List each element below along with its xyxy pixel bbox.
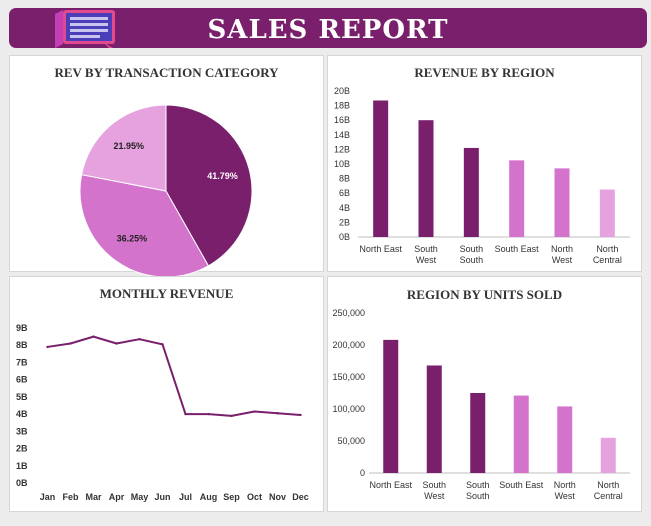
line-point [69, 342, 72, 345]
pie-slice-label: 41.79% [207, 171, 238, 181]
bar [463, 147, 479, 237]
y-tick-label: 10B [334, 159, 350, 169]
bar [509, 160, 525, 237]
y-tick-label: 18B [334, 101, 350, 111]
y-tick-label: 9B [16, 323, 28, 333]
x-tick-label: Jul [179, 492, 192, 502]
pie-slice-label: 21.95% [114, 141, 145, 151]
bar [418, 120, 434, 237]
y-tick-label: 100,000 [332, 404, 365, 414]
y-tick-label: 3B [16, 426, 28, 436]
x-tick-label: North [597, 480, 619, 490]
x-tick-label: North [551, 244, 573, 254]
bar [373, 100, 389, 237]
revenue-line [47, 335, 301, 417]
y-tick-label: 8B [16, 340, 28, 350]
x-tick-label: North East [369, 480, 412, 490]
bar [426, 365, 442, 473]
bar [599, 189, 615, 237]
line-point [92, 335, 95, 338]
y-tick-label: 20B [334, 86, 350, 96]
x-tick-label: West [424, 491, 445, 501]
x-tick-label: South East [499, 480, 544, 490]
x-tick-label: South [466, 480, 490, 490]
units-region-chart: 0 50,000 100,000 150,000 200,000 250,000 North… [332, 308, 630, 501]
x-tick-label: North [554, 480, 576, 490]
y-tick-label: 16B [334, 115, 350, 125]
y-tick-label: 200,000 [332, 340, 365, 350]
x-tick-label: West [552, 255, 573, 265]
bar [557, 406, 573, 473]
bar [600, 437, 616, 473]
header-banner: SALES REPORT [9, 8, 647, 48]
line-point [138, 337, 141, 341]
y-tick-label: 6B [339, 188, 350, 198]
x-tick-label: Aug [200, 492, 218, 502]
bar [513, 395, 529, 473]
x-tick-label: North [596, 244, 618, 254]
x-tick-label: Mar [85, 492, 102, 502]
y-tick-label: 6B [16, 375, 28, 385]
pie-chart: 41.79% 36.25% 21.95% [79, 104, 253, 278]
y-tick-label: 250,000 [332, 308, 365, 318]
x-tick-label: Sep [223, 492, 240, 502]
x-tick-label: Jan [40, 492, 56, 502]
x-tick-label: May [131, 492, 149, 502]
y-tick-label: 150,000 [332, 372, 365, 382]
x-tick-label: South [414, 244, 438, 254]
page-title: SALES REPORT [207, 15, 449, 45]
x-tick-label: Central [594, 491, 623, 501]
line-point [299, 413, 302, 417]
x-tick-label: South [460, 244, 484, 254]
y-tick-label: 7B [16, 357, 28, 367]
y-tick-label: 50,000 [337, 436, 365, 446]
line-point [230, 414, 233, 418]
x-tick-label: Nov [269, 492, 286, 502]
line-point [207, 412, 210, 416]
x-tick-label: Apr [109, 492, 125, 502]
pie-slice-label: 36.25% [117, 233, 148, 243]
x-tick-label: South [466, 491, 490, 501]
x-tick-label: South [422, 480, 446, 490]
y-tick-label: 0 [360, 468, 365, 478]
bar [470, 393, 486, 473]
y-tick-label: 8B [339, 174, 350, 184]
line-point [115, 342, 118, 345]
x-tick-label: Central [593, 255, 622, 265]
x-tick-label: Oct [247, 492, 262, 502]
y-tick-label: 12B [334, 144, 350, 154]
monthly-revenue-chart: 0B 1B 2B 3B 4B 5B 6B 7B 8B 9B Jan Feb Mar Apr May Jun Ju… [16, 323, 309, 502]
x-tick-label: Feb [62, 492, 79, 502]
x-tick-label: West [416, 255, 437, 265]
line-point [46, 345, 49, 349]
revenue-region-chart: 0B 2B 4B 6B 8B 10B 12B 14B 16B 18B 20B North East So… [334, 86, 630, 265]
line-point [184, 412, 187, 416]
x-tick-label: Jun [154, 492, 170, 502]
units-region-panel: REGION BY UNITS SOLD 0 50,000 100,000 150,0… [327, 276, 642, 512]
bar [554, 168, 570, 237]
x-tick-label: North East [359, 244, 402, 254]
x-tick-label: South [460, 255, 484, 265]
y-tick-label: 2B [339, 217, 350, 227]
y-tick-label: 14B [334, 130, 350, 140]
y-tick-label: 1B [16, 461, 28, 471]
x-tick-label: West [555, 491, 576, 501]
line-point [253, 410, 256, 413]
x-tick-label: Dec [292, 492, 309, 502]
pie-chart-panel: REV BY TRANSACTION CATEGORY 41.79% 36.25%… [9, 55, 324, 278]
revenue-region-panel: REVENUE BY REGION 0B 2B 4B 6B 8B 10B 12B 14B 16B… [327, 55, 642, 272]
line-point [161, 343, 164, 346]
x-tick-label: South East [495, 244, 540, 254]
monthly-revenue-panel: MONTHLY REVENUE 0B 1B 2B 3B 4B 5B 6B 7B 8B 9B Jan F… [9, 276, 324, 512]
y-tick-label: 0B [16, 478, 28, 488]
bar [383, 339, 399, 473]
line-point [276, 412, 279, 415]
y-tick-label: 2B [16, 444, 28, 454]
y-tick-label: 4B [339, 203, 350, 213]
y-tick-label: 4B [16, 409, 28, 419]
y-tick-label: 0B [339, 232, 350, 242]
y-tick-label: 5B [16, 392, 28, 402]
